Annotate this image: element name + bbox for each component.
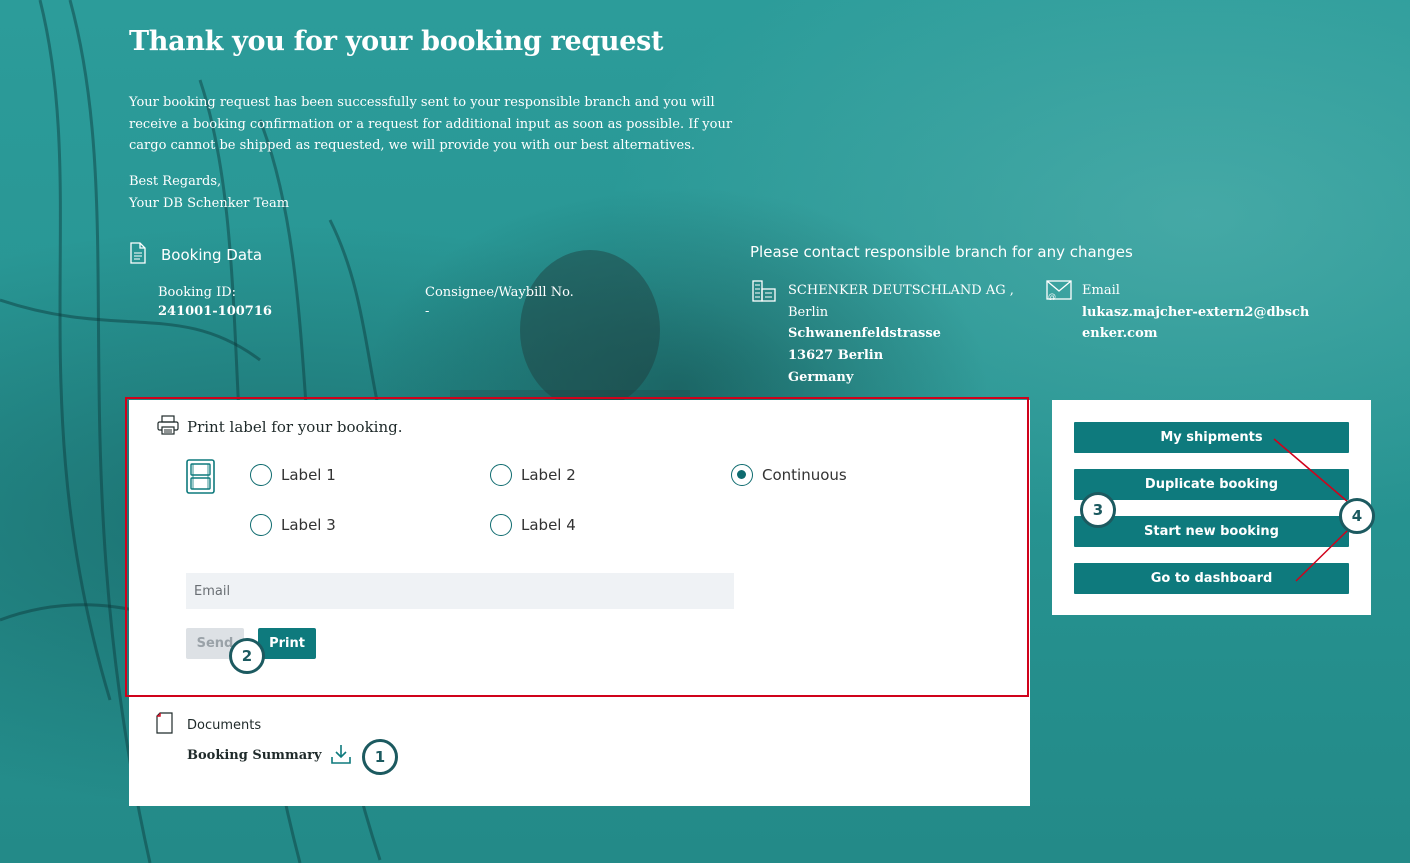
radio-continuous[interactable]: Continuous [731,464,847,486]
radio-label-4[interactable]: Label 4 [490,514,576,536]
email-field[interactable] [186,573,734,609]
radio-circle[interactable] [250,514,272,536]
booking-summary-link[interactable]: Booking Summary [187,748,322,763]
documents-heading: Documents [187,717,262,733]
page-title: Thank you for your booking request [129,26,664,57]
branch-address: SCHENKER DEUTSCHLAND AG , Berlin Schwane… [752,280,1014,389]
radio-label-2[interactable]: Label 2 [490,464,576,486]
print-label-heading-row: Print label for your booking. [157,415,403,439]
callout-badge-2: 2 [229,638,265,674]
radio-circle[interactable] [490,514,512,536]
consignee-value: - [425,304,430,319]
booking-id-value: 241001-100716 [158,304,272,319]
print-button[interactable]: Print [258,628,316,659]
branch-name: SCHENKER DEUTSCHLAND AG , [788,283,1014,298]
duplicate-booking-button[interactable]: Duplicate booking [1074,469,1349,500]
booking-id-block: Booking ID: 241001-100716 [158,285,272,319]
my-shipments-button[interactable]: My shipments [1074,422,1349,453]
start-new-booking-button[interactable]: Start new booking [1074,516,1349,547]
svg-text:@: @ [1048,292,1056,300]
radio-circle[interactable] [490,464,512,486]
branch-city: Berlin [788,304,829,320]
go-to-dashboard-button[interactable]: Go to dashboard [1074,563,1349,594]
radio-label-text: Label 1 [281,466,336,484]
documents-heading-row: Documents [156,712,261,738]
label-sheet-icon [186,459,215,498]
intro-text: Your booking request has been successful… [129,95,733,153]
consignee-label: Consignee/Waybill No. [425,285,574,300]
printer-icon [157,415,179,439]
radio-label-3[interactable]: Label 3 [250,514,336,536]
booking-id-label: Booking ID: [158,285,237,300]
mail-icon: @ [1046,280,1072,345]
regards: Best Regards, Your DB Schenker Team [129,171,289,214]
document-icon [129,242,147,268]
email-value[interactable]: lukasz.majcher-extern2@dbschenker.com [1082,302,1314,345]
booking-data-heading: Booking Data [161,246,263,264]
booking-data-section: Booking Data [129,242,262,268]
building-icon [752,280,776,389]
radio-label-text: Label 4 [521,516,576,534]
radio-label-1[interactable]: Label 1 [250,464,336,486]
callout-badge-1: 1 [362,739,398,775]
radio-label-text: Label 3 [281,516,336,534]
branch-postal: 13627 Berlin [788,348,884,364]
email-label: Email [1082,283,1120,298]
branch-country: Germany [788,369,854,385]
regards-line: Best Regards, [129,174,222,189]
branch-street: Schwanenfeldstrasse [788,326,941,342]
callout-badge-3: 3 [1080,492,1116,528]
radio-label-text: Continuous [762,466,847,484]
contact-heading: Please contact responsible branch for an… [750,243,1133,261]
pdf-file-icon [156,712,173,738]
consignee-block: Consignee/Waybill No. - [425,285,574,319]
radio-label-text: Label 2 [521,466,576,484]
callout-badge-4: 4 [1339,498,1375,534]
regards-signature: Your DB Schenker Team [129,195,290,211]
contact-email: @ Email lukasz.majcher-extern2@dbschenke… [1046,280,1314,345]
print-label-heading: Print label for your booking. [187,418,403,436]
radio-circle[interactable] [250,464,272,486]
radio-circle-selected[interactable] [731,464,753,486]
download-icon[interactable] [330,743,352,769]
